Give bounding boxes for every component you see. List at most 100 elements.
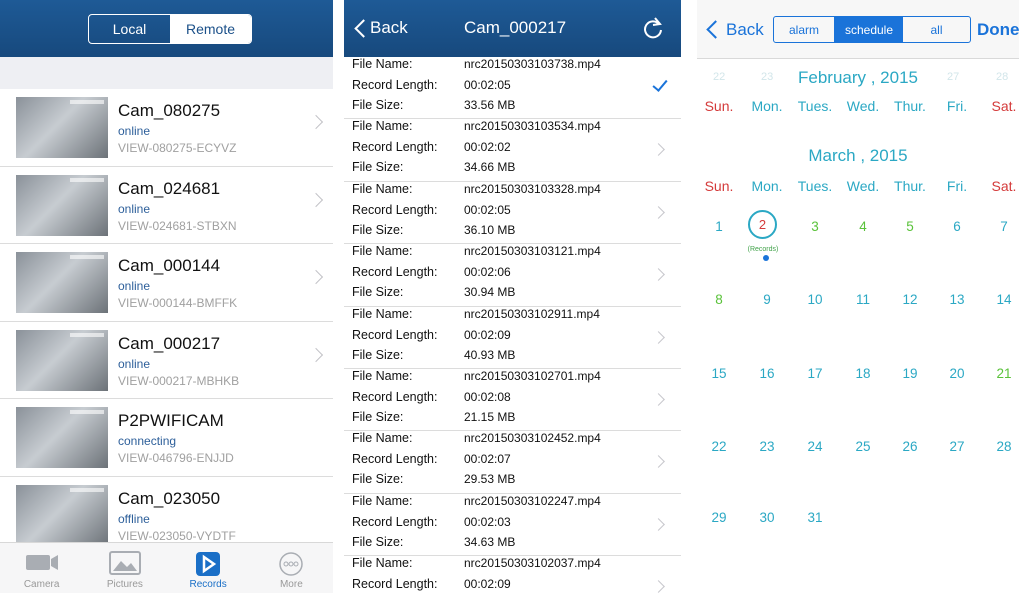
chevron-right-icon — [308, 192, 324, 207]
calendar-day[interactable]: 27 — [949, 439, 964, 454]
calendar-day[interactable]: 21 — [996, 366, 1011, 381]
weekday-label: Sun. — [704, 98, 734, 114]
camera-status: connecting — [118, 434, 177, 448]
calendar-day[interactable]: 7 — [1000, 219, 1008, 234]
chevron-right-icon — [652, 393, 665, 406]
weekday-label: Tues. — [797, 98, 833, 114]
record-row[interactable]: File Name: nrc20150303102911.mp4 Record Le… — [344, 307, 681, 369]
calendar-day[interactable]: 25 — [855, 439, 870, 454]
file-name-value: nrc20150303103534.mp4 — [464, 119, 601, 134]
local-segment[interactable]: Local — [89, 15, 170, 43]
file-size-label: File Size: — [352, 285, 404, 300]
calendar-day[interactable]: 28 — [996, 439, 1011, 454]
camera-thumbnail — [16, 329, 108, 391]
weekday-header: Sun. Mon. Tues. Wed. Thur. Fri. Sat. — [697, 98, 1019, 118]
record-length-value: 00:02:02 — [464, 140, 511, 155]
camera-uid: VIEW-080275-ECYVZ — [118, 141, 237, 155]
record-row[interactable]: File Name: nrc20150303102701.mp4 Record Le… — [344, 368, 681, 432]
list-header-bar — [0, 57, 333, 89]
calendar-day[interactable]: 9 — [763, 292, 771, 307]
record-length-label: Record Length: — [352, 514, 438, 529]
record-file-list: File Name: nrc20150303103738.mp4 Record Le… — [344, 57, 681, 593]
camera-name: Cam_024681 — [118, 178, 221, 198]
calendar-day[interactable]: 15 — [711, 366, 726, 381]
chevron-right-icon — [308, 114, 324, 130]
camera-row[interactable]: Cam_000144 online VIEW-000144-BMFFK — [0, 244, 333, 322]
record-row[interactable]: File Name: nrc20150303103121.mp4 Record Le… — [344, 244, 681, 307]
calendar-day[interactable]: 4 — [859, 219, 867, 234]
alarm-segment[interactable]: alarm — [774, 17, 835, 42]
refresh-icon[interactable] — [642, 17, 664, 39]
camera-name: P2PWIFICAM — [118, 411, 224, 430]
calendar-day[interactable]: 22 — [711, 439, 726, 454]
record-length-value: 00:02:05 — [464, 78, 511, 92]
record-length-label: Record Length: — [352, 265, 438, 280]
calendar-day[interactable]: 23 — [759, 439, 774, 454]
calendar-screen: Back alarm schedule all Done 22 23 Febru… — [697, 0, 1019, 593]
calendar-day[interactable]: 12 — [902, 292, 917, 307]
calendar-day[interactable]: 16 — [759, 366, 774, 381]
tab-more[interactable]: More — [250, 543, 333, 593]
file-name-value: nrc20150303103328.mp4 — [464, 181, 601, 196]
calendar-day[interactable]: 19 — [902, 366, 917, 381]
camera-uid: VIEW-000217-MBHKB — [118, 373, 240, 388]
record-row[interactable]: File Name: nrc20150303102037.mp4 Record Le… — [344, 556, 681, 593]
weekday-label: Fri. — [946, 98, 968, 114]
calendar-day[interactable]: 30 — [759, 510, 774, 525]
weekday-label: Wed. — [846, 98, 880, 114]
camera-row[interactable]: Cam_080275 online VIEW-080275-ECYVZ — [0, 89, 333, 167]
back-button[interactable]: Back — [370, 18, 408, 38]
weekday-label: Mon. — [751, 98, 783, 114]
calendar-day[interactable]: 31 — [807, 510, 822, 525]
file-size-label: File Size: — [352, 222, 404, 237]
chevron-right-icon — [308, 347, 324, 362]
camera-row[interactable]: Cam_024681 online VIEW-024681-STBXN — [0, 167, 333, 244]
calendar-day[interactable]: 13 — [949, 292, 964, 307]
record-row[interactable]: File Name: nrc20150303102247.mp4 Record Le… — [344, 494, 681, 557]
schedule-segment[interactable]: schedule — [835, 17, 903, 42]
all-segment[interactable]: all — [903, 17, 970, 42]
record-row[interactable]: File Name: nrc20150303102452.mp4 Record Le… — [344, 431, 681, 494]
weekday-label: Wed. — [846, 178, 880, 194]
file-name-label: File Name: — [352, 431, 413, 446]
camera-list: Cam_080275 online VIEW-080275-ECYVZ Cam_024… — [0, 89, 333, 554]
weekday-label: Sat. — [991, 98, 1017, 114]
tab-pictures[interactable]: Pictures — [83, 543, 166, 593]
camera-row[interactable]: P2PWIFICAM connecting VIEW-046796-ENJJD — [0, 399, 333, 477]
calendar-day[interactable]: 1 — [715, 219, 723, 234]
record-row[interactable]: File Name: nrc20150303103534.mp4 Record Le… — [344, 119, 681, 182]
calendar-day[interactable]: 29 — [711, 510, 726, 525]
calendar-day[interactable]: 6 — [953, 219, 961, 234]
weekday-label: Mon. — [751, 178, 783, 194]
tab-records[interactable]: Records — [167, 543, 250, 593]
calendar-day[interactable]: 8 — [715, 292, 723, 307]
file-name-label: File Name: — [352, 119, 413, 134]
camera-thumbnail — [16, 252, 108, 313]
calendar-day[interactable]: 17 — [807, 366, 822, 381]
calendar-day[interactable]: 20 — [949, 366, 964, 381]
prev-month-title: February , 2015 — [797, 68, 918, 87]
record-length-value: 00:02:09 — [464, 577, 511, 592]
calendar-day[interactable]: 24 — [807, 439, 822, 454]
calendar-day[interactable]: 14 — [996, 292, 1011, 307]
calendar-day[interactable]: 26 — [902, 439, 917, 454]
back-button[interactable]: Back — [726, 20, 764, 40]
calendar-day[interactable]: 11 — [856, 292, 870, 307]
calendar-day[interactable]: 18 — [855, 366, 870, 381]
record-length-label: Record Length: — [352, 140, 438, 155]
calendar-day[interactable]: 5 — [906, 219, 914, 234]
remote-segment[interactable]: Remote — [170, 15, 251, 43]
selected-day[interactable]: 2 — [748, 210, 777, 239]
local-remote-segmented-control: Local Remote — [88, 14, 252, 44]
tab-camera[interactable]: Camera — [0, 543, 83, 593]
calendar-day[interactable]: 3 — [811, 219, 819, 234]
file-size-value: 40.93 MB — [464, 347, 516, 362]
done-button[interactable]: Done — [977, 20, 1019, 40]
record-row[interactable]: File Name: nrc20150303103328.mp4 Record Le… — [344, 181, 681, 245]
camera-row[interactable]: Cam_000217 online VIEW-000217-MBHKB — [0, 322, 333, 399]
camera-thumbnail — [16, 484, 108, 546]
calendar-day[interactable]: 10 — [807, 292, 822, 307]
file-name-value: nrc20150303102701.mp4 — [464, 368, 601, 383]
record-row[interactable]: File Name: nrc20150303103738.mp4 Record Le… — [344, 57, 681, 120]
file-name-value: nrc20150303103738.mp4 — [464, 57, 601, 71]
